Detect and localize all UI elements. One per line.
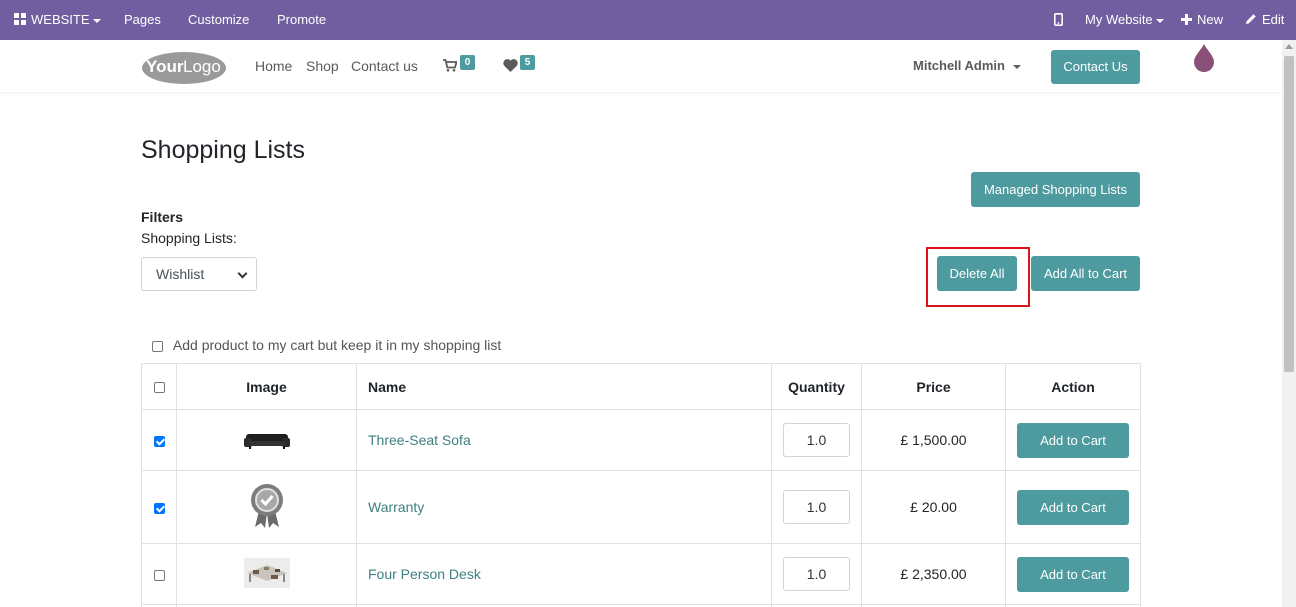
nav-shop[interactable]: Shop	[306, 58, 339, 74]
add-all-to-cart-button[interactable]: Add All to Cart	[1031, 256, 1140, 291]
wishlist-link[interactable]	[503, 59, 518, 73]
row-checkbox[interactable]	[153, 435, 165, 447]
quantity-input[interactable]: 1.0	[783, 423, 850, 457]
quantity-input[interactable]: 1.0	[783, 490, 850, 524]
select-all-cell	[141, 363, 177, 410]
filters-heading: Filters	[141, 209, 184, 225]
site-logo[interactable]: Your Logo	[141, 48, 227, 85]
row-checkbox[interactable]	[153, 569, 165, 581]
user-menu[interactable]: Mitchell Admin	[913, 58, 1021, 73]
shopping-list-table: Image Name Quantity Price Action Three-S…	[141, 363, 1141, 607]
table-row: Three-Seat Sofa 1.0 £ 1,500.00 Add to Ca…	[141, 409, 1141, 471]
caret-down-icon	[1155, 18, 1164, 23]
price-cell: £ 2,350.00	[861, 543, 1006, 605]
menu-customize[interactable]: Customize	[188, 0, 249, 40]
shopping-lists-label: Shopping Lists:	[141, 230, 237, 246]
new-label: New	[1197, 12, 1224, 27]
keep-in-list-checkbox[interactable]	[152, 340, 163, 352]
cart-link[interactable]	[443, 59, 458, 73]
sofa-image[interactable]	[243, 428, 290, 450]
edit-label: Edit	[1262, 12, 1285, 27]
warranty-badge-image[interactable]	[250, 483, 284, 529]
table-header-row: Image Name Quantity Price Action	[141, 363, 1141, 410]
shopping-list-select[interactable]: Wishlist	[141, 257, 257, 291]
chevron-down-icon	[237, 268, 248, 279]
quantity-input[interactable]: 1.0	[783, 557, 850, 591]
quantity-cell: 1.0	[771, 470, 862, 544]
action-cell: Add to Cart	[1005, 470, 1141, 544]
price-cell: £ 1,500.00	[861, 409, 1006, 471]
quantity-cell: 1.0	[771, 409, 862, 471]
row-select-cell	[141, 409, 177, 471]
scrollbar-thumb[interactable]	[1284, 56, 1294, 372]
product-image-cell	[176, 409, 357, 471]
keep-in-list-label: Add product to my cart but keep it in my…	[172, 337, 502, 353]
column-header-quantity: Quantity	[771, 363, 862, 410]
user-name: Mitchell Admin	[913, 58, 1005, 73]
apps-grid-icon	[14, 13, 26, 25]
caret-down-icon	[92, 18, 101, 23]
table-row: Warranty 1.0 £ 20.00 Add to Cart	[141, 470, 1141, 544]
table-row: Four Person Desk 1.0 £ 2,350.00 Add to C…	[141, 543, 1141, 605]
caret-down-icon	[1012, 64, 1021, 69]
my-website-switcher[interactable]: My Website	[1085, 0, 1164, 40]
column-header-image: Image	[176, 363, 357, 410]
plus-icon	[1181, 14, 1192, 25]
wishlist-count-badge: 5	[520, 55, 535, 70]
keep-in-list-option: Add product to my cart but keep it in my…	[152, 337, 501, 353]
logo-text-thin: Logo	[183, 57, 221, 76]
row-select-cell	[141, 543, 177, 605]
product-name-link[interactable]: Four Person Desk	[356, 543, 772, 605]
logo-text-bold: Your	[146, 57, 184, 76]
new-button[interactable]: New	[1181, 0, 1223, 40]
shopping-cart-icon	[443, 59, 458, 72]
row-checkbox[interactable]	[153, 502, 165, 514]
add-to-cart-button[interactable]: Add to Cart	[1017, 422, 1129, 458]
pencil-icon	[1246, 14, 1256, 24]
menu-promote[interactable]: Promote	[277, 0, 326, 40]
contact-us-button[interactable]: Contact Us	[1051, 50, 1140, 84]
mobile-phone-icon	[1054, 13, 1064, 26]
nav-contact-us[interactable]: Contact us	[351, 58, 418, 74]
heart-icon	[503, 59, 518, 72]
website-app-menu[interactable]: WEBSITE	[14, 0, 101, 40]
delete-all-button[interactable]: Delete All	[937, 256, 1017, 291]
droplet-icon	[1194, 44, 1214, 72]
logo-graphic: Your Logo	[142, 52, 226, 84]
scroll-up-arrow-icon[interactable]	[1285, 44, 1293, 49]
admin-bar: WEBSITE Pages Customize Promote My Websi…	[0, 0, 1296, 40]
desk-image[interactable]	[243, 557, 290, 588]
mobile-preview-button[interactable]	[1054, 0, 1064, 40]
selected-list: Wishlist	[156, 266, 205, 282]
action-cell: Add to Cart	[1005, 409, 1141, 471]
website-app-label: WEBSITE	[31, 12, 90, 27]
column-header-action: Action	[1005, 363, 1141, 410]
column-header-price: Price	[861, 363, 1006, 410]
column-header-name: Name	[356, 363, 772, 410]
price-cell: £ 20.00	[861, 470, 1006, 544]
managed-shopping-lists-button[interactable]: Managed Shopping Lists	[971, 172, 1140, 207]
select-all-checkbox[interactable]	[153, 382, 165, 394]
cart-count-badge: 0	[460, 55, 475, 70]
product-name-link[interactable]: Warranty	[356, 470, 772, 544]
product-image-cell	[176, 470, 357, 544]
product-name-link[interactable]: Three-Seat Sofa	[356, 409, 772, 471]
nav-home[interactable]: Home	[255, 58, 292, 74]
drop-icon[interactable]	[1193, 43, 1215, 73]
row-select-cell	[141, 470, 177, 544]
site-header: Your Logo Home Shop Contact us 0 5 Mitch…	[0, 40, 1282, 92]
menu-pages[interactable]: Pages	[124, 0, 161, 40]
add-to-cart-button[interactable]: Add to Cart	[1017, 489, 1129, 525]
product-image-cell	[176, 543, 357, 605]
quantity-cell: 1.0	[771, 543, 862, 605]
my-website-label: My Website	[1085, 12, 1153, 27]
edit-button[interactable]: Edit	[1245, 0, 1284, 40]
page-title: Shopping Lists	[141, 136, 306, 164]
add-to-cart-button[interactable]: Add to Cart	[1017, 556, 1129, 592]
action-cell: Add to Cart	[1005, 543, 1141, 605]
